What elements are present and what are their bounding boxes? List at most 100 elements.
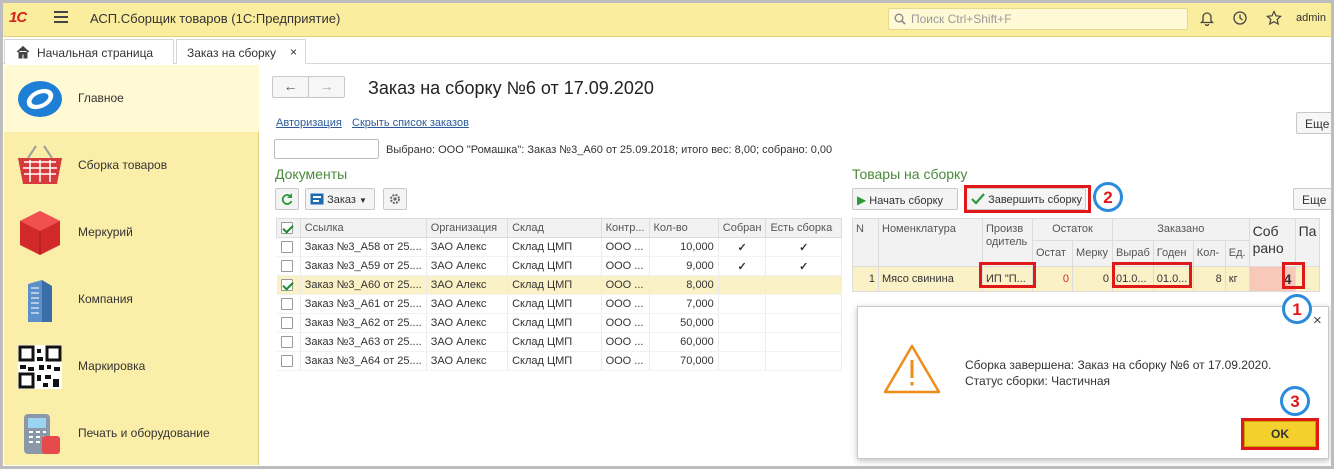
column-header[interactable]: N <box>852 218 879 267</box>
sidebar-item-company[interactable]: Компания <box>4 266 259 333</box>
cell-has-assembly <box>765 294 842 314</box>
select-all-checkbox[interactable] <box>281 222 293 235</box>
table-row[interactable]: Заказ №3_А63 от 25.... ЗАО Алекс Склад ЦМП… <box>276 332 842 352</box>
step-badge-3: 3 <box>1280 386 1310 416</box>
row-checkbox[interactable] <box>280 260 293 273</box>
tab-home[interactable]: Начальная страница <box>4 39 174 64</box>
cell-qty: 7,000 <box>649 294 719 314</box>
column-header[interactable]: Остат <box>1032 240 1073 267</box>
sidebar-item-marking[interactable]: Маркировка <box>4 333 259 400</box>
search-input[interactable]: Поиск Ctrl+Shift+F <box>888 8 1188 30</box>
goods-table: N Номенклатура Произв одитель Остаток За… <box>852 218 1321 292</box>
sidebar-item-printing[interactable]: Печать и оборудование <box>4 400 259 467</box>
row-checkbox[interactable] <box>280 298 293 311</box>
cell-organization: ЗАО Алекс <box>426 294 509 314</box>
cell-warehouse: Склад ЦМП <box>507 275 602 295</box>
column-header[interactable]: Организация <box>425 218 509 238</box>
cell-collected <box>718 275 767 295</box>
order-button-label: Заказ <box>327 194 356 206</box>
column-header[interactable]: Кол-во <box>648 218 719 238</box>
user-name[interactable]: admin <box>1296 12 1326 24</box>
forward-button[interactable]: → <box>308 76 345 98</box>
table-header-row: N Номенклатура Произв одитель Остаток За… <box>852 218 1321 267</box>
sidebar-item-label: Меркурий <box>78 225 133 239</box>
history-icon[interactable] <box>1232 10 1248 26</box>
table-header-row: Ссылка Организация Склад Контр... Кол-во… <box>276 218 842 238</box>
column-header[interactable]: Ссылка <box>299 218 427 238</box>
sidebar-item-main[interactable]: Главное <box>4 65 259 132</box>
sidebar-item-assembly[interactable]: Сборка товаров <box>4 132 259 199</box>
cell-qty: 8 <box>1192 266 1226 292</box>
column-header[interactable]: Остаток <box>1032 218 1113 241</box>
scan-input[interactable] <box>274 139 379 159</box>
order-dropdown-button[interactable]: Заказ ▼ <box>305 188 375 210</box>
column-header[interactable]: Кол- <box>1192 240 1226 267</box>
checkbox[interactable] <box>276 294 301 314</box>
column-header[interactable]: Есть сборка <box>765 218 842 238</box>
column-header[interactable]: Номенклатура <box>878 218 983 267</box>
app-header: 1С АСП.Сборщик товаров (1С:Предприятие) … <box>0 0 1334 37</box>
column-header[interactable]: Заказано <box>1112 218 1250 241</box>
home-icon <box>16 45 30 59</box>
cell-collected <box>718 351 767 371</box>
cell-counterparty: ООО ... <box>601 313 650 333</box>
column-header[interactable]: Па <box>1294 218 1321 267</box>
refresh-button[interactable] <box>275 188 299 210</box>
select-all-header[interactable] <box>276 218 301 238</box>
ok-button[interactable]: OK <box>1244 421 1316 447</box>
authorization-link[interactable]: Авторизация <box>276 117 342 129</box>
table-row[interactable]: Заказ №3_А60 от 25.... ЗАО Алекс Склад ЦМП… <box>276 275 842 295</box>
page-title: Заказ на сборку №6 от 17.09.2020 <box>368 78 654 98</box>
bell-icon[interactable] <box>1199 10 1215 26</box>
column-header[interactable]: Произв одитель <box>982 218 1033 267</box>
cell-name[interactable]: Мясо свинина <box>878 266 983 292</box>
highlight-collected <box>1282 262 1305 289</box>
table-row[interactable]: Заказ №3_А64 от 25.... ЗАО Алекс Склад ЦМП… <box>276 351 842 371</box>
close-dialog-icon[interactable]: × <box>1313 312 1322 329</box>
table-row[interactable]: Заказ №3_А61 от 25.... ЗАО Алекс Склад ЦМП… <box>276 294 842 314</box>
more-button-goods[interactable]: Еще <box>1293 188 1333 210</box>
column-header[interactable]: Склад <box>507 218 602 238</box>
row-checkbox[interactable] <box>280 279 293 292</box>
menu-icon[interactable] <box>54 11 68 23</box>
checkbox[interactable] <box>276 313 301 333</box>
column-header[interactable]: Мерку <box>1072 240 1113 267</box>
sidebar-item-mercury[interactable]: Меркурий <box>4 199 259 266</box>
star-icon[interactable] <box>1266 10 1282 26</box>
checkbox[interactable] <box>276 256 301 276</box>
documents-heading: Документы <box>275 166 348 182</box>
checkbox[interactable] <box>276 351 301 371</box>
row-checkbox[interactable] <box>280 317 293 330</box>
table-row[interactable]: Заказ №3_А59 от 25.... ЗАО Алекс Склад ЦМП… <box>276 256 842 276</box>
row-checkbox[interactable] <box>280 336 293 349</box>
checkbox[interactable] <box>276 332 301 352</box>
hide-orders-link[interactable]: Скрыть список заказов <box>352 117 469 129</box>
warning-icon <box>883 344 941 394</box>
dialog-line-2: Статус сборки: Частичная <box>965 374 1111 388</box>
close-tab-icon[interactable]: × <box>290 45 297 59</box>
column-header[interactable]: Собран <box>717 218 767 238</box>
cell-has-assembly: ✓ <box>765 237 842 257</box>
start-assembly-label: Начать сборку <box>869 195 944 207</box>
table-row[interactable]: Заказ №3_А62 от 25.... ЗАО Алекс Склад ЦМП… <box>276 313 842 333</box>
checkbox[interactable] <box>276 275 301 295</box>
column-header[interactable]: Контр... <box>600 218 650 238</box>
row-checkbox[interactable] <box>280 241 293 254</box>
cell-counterparty: ООО ... <box>601 237 650 257</box>
tab-order[interactable]: Заказ на сборку × <box>176 39 306 64</box>
more-button[interactable]: Еще <box>1296 112 1334 134</box>
back-button[interactable]: ← <box>272 76 309 98</box>
cell-warehouse: Склад ЦМП <box>507 351 602 371</box>
cell-counterparty: ООО ... <box>601 256 650 276</box>
cell-link: Заказ №3_А64 от 25.... <box>300 351 427 371</box>
row-checkbox[interactable] <box>280 355 293 368</box>
table-row[interactable]: Заказ №3_А58 от 25.... ЗАО Алекс Склад ЦМП… <box>276 237 842 257</box>
cell-organization: ЗАО Алекс <box>426 351 509 371</box>
column-header[interactable]: Ед. <box>1224 240 1250 267</box>
column-header[interactable]: Соб рано <box>1248 218 1296 267</box>
table-row[interactable]: 1 Мясо свинина ИП "П... 0 0 01.0... 01.0… <box>852 266 1321 292</box>
checkbox[interactable] <box>276 237 301 257</box>
start-assembly-button[interactable]: ▶ Начать сборку <box>852 188 958 210</box>
terminal-icon <box>24 414 60 454</box>
settings-button[interactable] <box>383 188 407 210</box>
